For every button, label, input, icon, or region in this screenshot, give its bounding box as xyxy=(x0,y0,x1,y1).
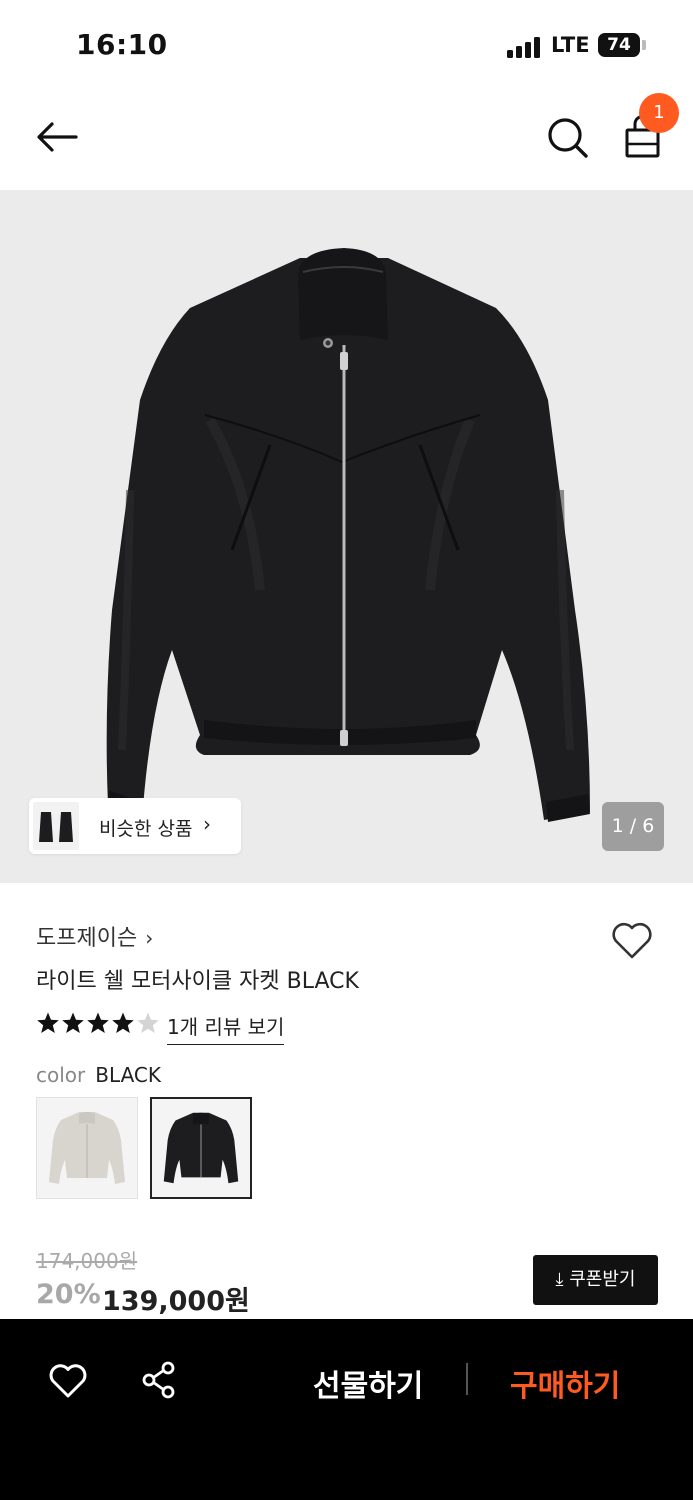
bottom-action-bar: 선물하기 구매하기 xyxy=(0,1319,693,1500)
share-button[interactable] xyxy=(139,1359,179,1401)
back-button[interactable] xyxy=(30,112,84,162)
similar-thumb xyxy=(53,802,79,850)
color-label: color xyxy=(36,1063,86,1087)
chevron-right-icon: › xyxy=(203,812,211,836)
color-value: BLACK xyxy=(95,1063,161,1087)
like-button[interactable] xyxy=(47,1361,89,1401)
signal-icon xyxy=(507,36,543,58)
discount-rate: 20% xyxy=(36,1279,101,1310)
wishlist-button[interactable] xyxy=(608,918,656,962)
product-name: 라이트 쉘 모터사이클 자켓 BLACK xyxy=(36,969,359,994)
star-filled-icon xyxy=(62,1012,84,1033)
review-link[interactable]: 1개 리뷰 보기 xyxy=(167,1011,285,1045)
arrow-left-icon xyxy=(37,122,78,152)
share-icon xyxy=(142,1361,175,1399)
product-image-gallery[interactable]: 비슷한 상품 › 1 / 6 xyxy=(0,190,693,883)
gift-button[interactable]: 선물하기 xyxy=(313,1361,423,1405)
search-icon xyxy=(548,118,588,158)
black-jacket-thumbnail xyxy=(163,1112,239,1184)
download-icon: ⤓ xyxy=(555,1269,564,1290)
battery-cap xyxy=(642,40,646,50)
star-empty-icon xyxy=(137,1012,159,1033)
status-bar: 16:10 LTE 74 xyxy=(0,0,693,90)
heart-icon xyxy=(49,1364,87,1398)
status-time: 16:10 xyxy=(76,28,168,61)
heart-icon xyxy=(612,922,652,959)
cart-count-badge: 1 xyxy=(639,93,679,133)
similar-products-label: 비슷한 상품 xyxy=(99,818,193,840)
color-swatch-black[interactable] xyxy=(150,1097,252,1199)
chevron-right-icon: › xyxy=(145,926,154,950)
sale-price: 139,000원 xyxy=(102,1286,250,1317)
top-nav xyxy=(0,90,693,190)
brand-link[interactable]: 도프제이슨 › xyxy=(36,920,153,952)
divider xyxy=(466,1363,468,1395)
star-filled-icon xyxy=(37,1012,59,1033)
coupon-button[interactable]: ⤓ 쿠폰받기 xyxy=(533,1255,658,1305)
search-button[interactable] xyxy=(542,110,592,164)
similar-products-button[interactable]: 비슷한 상품 › xyxy=(29,798,241,854)
light-gray-jacket-thumbnail xyxy=(49,1112,125,1184)
original-price: 174,000원 xyxy=(36,1249,138,1273)
image-page-counter: 1 / 6 xyxy=(602,802,664,851)
network-label: LTE xyxy=(551,33,590,57)
buy-button[interactable]: 구매하기 xyxy=(510,1361,620,1405)
brand-name: 도프제이슨 xyxy=(36,926,138,951)
color-swatch-light-gray[interactable] xyxy=(36,1097,138,1199)
star-filled-icon xyxy=(87,1012,109,1033)
product-image xyxy=(106,248,591,822)
color-row: color BLACK xyxy=(36,1063,161,1087)
battery-icon: 74 xyxy=(598,33,640,57)
coupon-label: 쿠폰받기 xyxy=(569,1269,636,1290)
star-filled-icon xyxy=(112,1012,134,1033)
